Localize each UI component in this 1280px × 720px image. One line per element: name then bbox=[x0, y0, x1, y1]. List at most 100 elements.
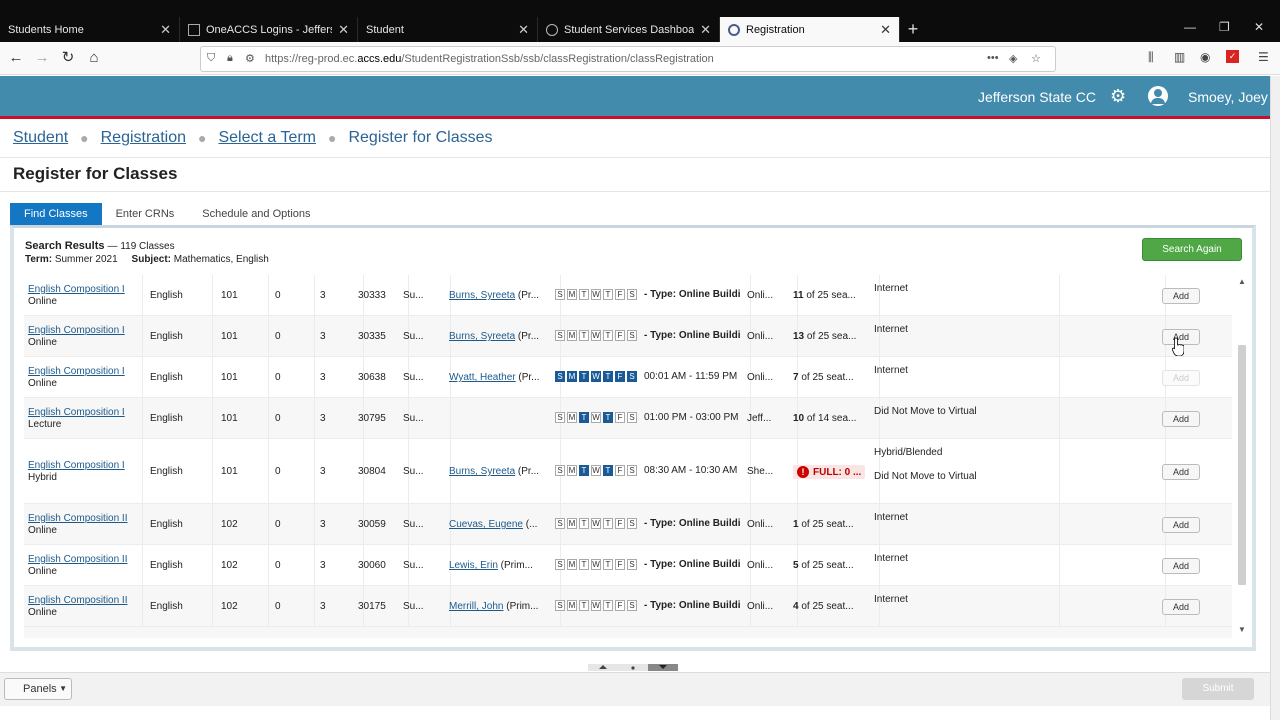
close-icon[interactable]: ✕ bbox=[518, 22, 529, 38]
breadcrumb-student[interactable]: Student bbox=[13, 129, 68, 147]
section-cell: 0 bbox=[275, 331, 281, 342]
day-box: M bbox=[567, 371, 577, 382]
gear-icon[interactable]: ⚙ bbox=[1110, 86, 1126, 107]
tab-enter-crns[interactable]: Enter CRNs bbox=[102, 203, 189, 225]
instructor-link[interactable]: Wyatt, Heather bbox=[449, 372, 516, 383]
course-title-link[interactable]: English Composition II bbox=[28, 513, 136, 525]
globe-icon bbox=[546, 23, 558, 36]
day-box: S bbox=[555, 371, 565, 382]
browser-tab[interactable]: Students Home ✕ bbox=[0, 17, 180, 42]
instructor-link[interactable]: Burns, Syreeta bbox=[449, 331, 515, 342]
instructor-cell: Burns, Syreeta (Pr... bbox=[449, 331, 547, 342]
course-title-cell: English Composition II Online bbox=[28, 513, 136, 537]
course-title-link[interactable]: English Composition II bbox=[28, 554, 136, 566]
library-icon[interactable]: ⫼ bbox=[1148, 50, 1154, 65]
results-scrollbar[interactable]: ▲ ▼ bbox=[1236, 275, 1248, 638]
course-title-link[interactable]: English Composition II bbox=[28, 595, 136, 607]
table-row: English Composition II Online English 102 0 3… bbox=[24, 586, 1232, 627]
home-icon[interactable]: ⌂ bbox=[84, 49, 104, 67]
user-icon[interactable] bbox=[1148, 86, 1168, 106]
user-name[interactable]: Smoey, Joey bbox=[1188, 89, 1268, 105]
more-actions-icon[interactable]: ••• bbox=[987, 52, 999, 64]
shield-icon[interactable]: ⛉ bbox=[207, 52, 215, 65]
course-title-cell: English Composition I Online bbox=[28, 325, 136, 349]
subject-cell: English bbox=[150, 290, 183, 301]
course-title-link[interactable]: English Composition I bbox=[28, 460, 136, 472]
breadcrumb-registration[interactable]: Registration bbox=[101, 129, 186, 147]
add-button[interactable]: Add bbox=[1162, 558, 1200, 574]
course-title-link[interactable]: English Composition I bbox=[28, 407, 136, 419]
tab-schedule-options[interactable]: Schedule and Options bbox=[188, 203, 324, 225]
submit-button[interactable]: Submit bbox=[1182, 678, 1254, 700]
day-box: T bbox=[579, 559, 589, 570]
permissions-icon[interactable]: ⚙ bbox=[245, 52, 255, 65]
breadcrumb-select-term[interactable]: Select a Term bbox=[218, 129, 316, 147]
address-bar[interactable]: ⛉ 🔒︎ ⚙ https://reg-prod.ec.accs.edu/Stud… bbox=[200, 46, 1056, 72]
page-scrollbar[interactable] bbox=[1270, 76, 1280, 720]
instructor-link[interactable]: Cuevas, Eugene bbox=[449, 519, 523, 530]
close-icon[interactable]: ✕ bbox=[338, 22, 349, 38]
instructor-role: (Prim... bbox=[497, 560, 533, 571]
account-icon[interactable]: ◉ bbox=[1200, 50, 1210, 64]
browser-tab[interactable]: OneACCS Logins - Jefferson St... ✕ bbox=[180, 17, 358, 42]
search-again-button[interactable]: Search Again bbox=[1142, 238, 1242, 261]
sidebar-icon[interactable]: ▥ bbox=[1174, 50, 1185, 64]
status-cell: 7 of 25 seat... bbox=[793, 372, 854, 383]
section-cell: 0 bbox=[275, 290, 281, 301]
add-button[interactable]: Add bbox=[1162, 288, 1200, 304]
scrollbar-thumb[interactable] bbox=[1238, 345, 1246, 585]
course-title-link[interactable]: English Composition I bbox=[28, 325, 136, 337]
day-box: F bbox=[615, 289, 625, 300]
browser-tab[interactable]: Student ✕ bbox=[358, 17, 538, 42]
pocket-icon[interactable]: ◈ bbox=[1009, 52, 1017, 65]
tab-find-classes[interactable]: Find Classes bbox=[10, 203, 102, 225]
close-icon[interactable]: ✕ bbox=[700, 22, 711, 38]
course-title-cell: English Composition II Online bbox=[28, 595, 136, 619]
extension-icon[interactable]: ✓ bbox=[1226, 50, 1239, 63]
scroll-up-icon[interactable]: ▲ bbox=[1236, 277, 1248, 286]
panel-splitter[interactable] bbox=[588, 661, 678, 671]
back-icon[interactable]: ← bbox=[6, 49, 26, 67]
course-title-link[interactable]: English Composition I bbox=[28, 366, 136, 378]
browser-tab[interactable]: Student Services Dashboard ✕ bbox=[538, 17, 720, 42]
menu-icon[interactable]: ☰ bbox=[1258, 50, 1269, 64]
scroll-down-icon[interactable]: ▼ bbox=[1236, 625, 1248, 634]
add-button[interactable]: Add bbox=[1162, 599, 1200, 615]
course-title-link[interactable]: English Composition I bbox=[28, 284, 136, 296]
meeting-days: SMTWTFS bbox=[555, 465, 639, 476]
day-box: M bbox=[567, 289, 577, 300]
url-text[interactable]: https://reg-prod.ec.accs.edu/StudentRegi… bbox=[265, 53, 714, 65]
section-cell: 0 bbox=[275, 466, 281, 477]
maximize-icon[interactable]: ❐ bbox=[1219, 20, 1230, 34]
panels-button[interactable]: Panels ▼ bbox=[4, 678, 72, 700]
forward-icon[interactable]: → bbox=[32, 49, 52, 67]
column-divider bbox=[268, 398, 269, 438]
instructor-link[interactable]: Lewis, Erin bbox=[449, 560, 498, 571]
day-box: M bbox=[567, 330, 577, 341]
add-button[interactable]: Add bbox=[1162, 411, 1200, 427]
close-icon[interactable]: ✕ bbox=[880, 22, 891, 38]
reload-icon[interactable]: ↻ bbox=[58, 49, 78, 67]
window-close-icon[interactable]: ✕ bbox=[1254, 20, 1264, 34]
new-tab-icon[interactable]: + bbox=[904, 17, 922, 42]
seats-text: of 25 seat... bbox=[798, 560, 854, 571]
instructor-link[interactable]: Burns, Syreeta bbox=[449, 290, 515, 301]
instructor-link[interactable]: Merrill, John bbox=[449, 601, 503, 612]
bookmark-star-icon[interactable]: ☆ bbox=[1031, 52, 1041, 65]
add-button[interactable]: Add bbox=[1162, 464, 1200, 480]
meeting-days: SMTWTFS bbox=[555, 559, 639, 570]
campus-cell: She... bbox=[747, 466, 774, 477]
add-button[interactable]: Add bbox=[1162, 517, 1200, 533]
add-button[interactable]: Add bbox=[1162, 370, 1200, 386]
registration-favicon-icon bbox=[728, 23, 740, 36]
browser-tab-active[interactable]: Registration ✕ bbox=[720, 17, 900, 42]
lock-icon[interactable]: 🔒︎ bbox=[227, 52, 233, 65]
subject-cell: English bbox=[150, 466, 183, 477]
instructor-role: (... bbox=[522, 519, 538, 530]
meeting-time-cell: 08:30 AM - 10:30 AM T bbox=[644, 465, 740, 476]
instructor-link[interactable]: Burns, Syreeta bbox=[449, 466, 515, 477]
column-divider bbox=[450, 398, 451, 438]
day-box: S bbox=[627, 412, 637, 423]
minimize-icon[interactable]: — bbox=[1184, 20, 1196, 34]
close-icon[interactable]: ✕ bbox=[160, 22, 171, 38]
